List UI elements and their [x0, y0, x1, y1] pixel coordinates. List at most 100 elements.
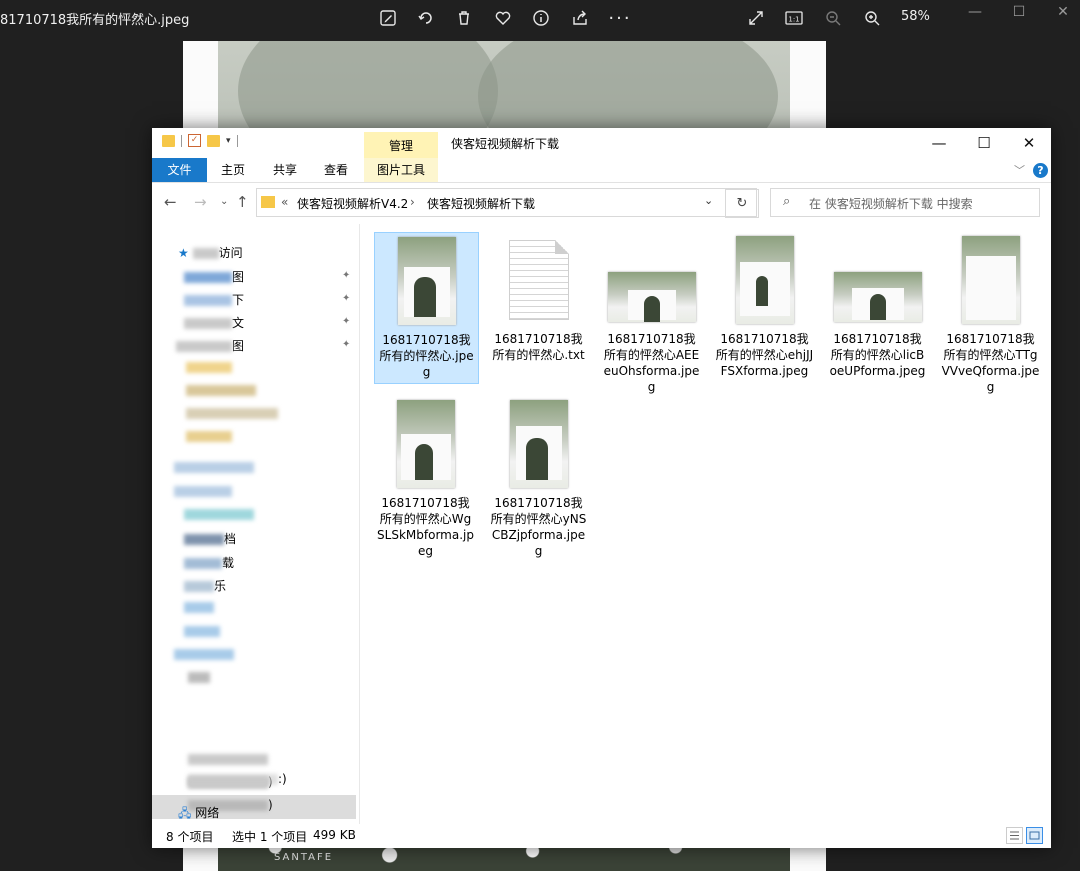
file-name: 1681710718我所有的怦然心yNSCBZjpforma.jpeg [490, 496, 587, 558]
new-folder-icon[interactable] [207, 134, 220, 147]
nav-item[interactable] [184, 600, 214, 618]
search-box[interactable]: ⌕ 在 侠客短视频解析下载 中搜索 [770, 188, 1040, 217]
nav-item[interactable] [174, 647, 234, 665]
folder-icon [261, 196, 275, 208]
status-bar: 8 个项目 选中 1 个项目 499 KB [152, 824, 1051, 848]
nav-item[interactable] [188, 670, 210, 688]
file-item[interactable]: 1681710718我所有的怦然心AEEeuOhsforma.jpeg [600, 232, 703, 398]
file-item[interactable]: 1681710718我所有的怦然心licBoeUPforma.jpeg [826, 232, 929, 382]
rotate-icon[interactable] [415, 7, 437, 29]
customize-qat-icon[interactable]: ▾ [226, 136, 231, 146]
photo-watermark: SANTAFE [274, 852, 334, 863]
zoom-in-icon[interactable] [861, 7, 883, 29]
nav-item[interactable] [184, 507, 254, 525]
selection-count: 选中 1 个项目 [232, 830, 308, 844]
explorer-minimize-button[interactable]: — [927, 132, 951, 154]
pin-icon: ✦ [342, 339, 351, 350]
zoom-out-icon[interactable] [822, 7, 844, 29]
nav-item[interactable]: 文 [184, 314, 244, 332]
file-item[interactable]: 1681710718我所有的怦然心.jpeg [374, 232, 479, 384]
breadcrumb-current[interactable]: 侠客短视频解析下载 [427, 195, 535, 212]
nav-item[interactable]: 载 [184, 554, 234, 572]
large-icons-view-button[interactable] [1026, 827, 1043, 844]
nav-item[interactable]: :) [188, 772, 287, 790]
nav-item[interactable]: 下 [184, 291, 244, 309]
expand-ribbon-icon[interactable]: ﹀ [1014, 162, 1025, 178]
breadcrumb-separator: › [410, 195, 415, 209]
file-item[interactable]: 1681710718我所有的怦然心ehjJJFSXforma.jpeg [713, 232, 816, 382]
address-bar[interactable]: « 侠客短视频解析V4.2 › 侠客短视频解析下载 ⌄ [256, 188, 757, 217]
refresh-button[interactable]: ↻ [725, 189, 759, 218]
tab-share[interactable]: 共享 [264, 158, 306, 182]
pin-icon: ✦ [342, 293, 351, 304]
file-item[interactable]: 1681710718我所有的怦然心TTgVVveQforma.jpeg [939, 232, 1042, 398]
photo-viewer-toolbar: 81710718我所有的怦然心.jpeg ··· 1:1 58% — ☐ ✕ [0, 0, 1080, 36]
file-name: 1681710718我所有的怦然心ehjJJFSXforma.jpeg [715, 332, 814, 378]
search-icon: ⌕ [783, 194, 791, 209]
tab-picture-tools[interactable]: 图片工具 [364, 158, 438, 182]
share-icon[interactable] [569, 7, 591, 29]
star-icon: ★ [178, 246, 189, 260]
breadcrumb-parent[interactable]: 侠客短视频解析V4.2 [297, 195, 408, 212]
nav-item[interactable] [174, 484, 232, 502]
tab-manage[interactable]: 管理 [389, 137, 413, 154]
nav-item[interactable]: 图 [184, 268, 244, 286]
pin-icon: ✦ [342, 270, 351, 281]
heart-icon[interactable] [492, 7, 514, 29]
help-icon[interactable]: ? [1033, 163, 1048, 178]
file-name: 1681710718我所有的怦然心licBoeUPforma.jpeg [829, 332, 926, 378]
file-name: 1681710718我所有的怦然心.txt [492, 332, 585, 362]
nav-item[interactable] [188, 752, 268, 770]
nav-item[interactable]: 图 [176, 337, 244, 355]
fullscreen-icon[interactable] [745, 7, 767, 29]
nav-item[interactable]: 档 [184, 530, 236, 548]
nav-network[interactable]: 🖧 网络 [178, 804, 219, 822]
nav-quick-access[interactable]: ★ 访问 [178, 244, 243, 262]
explorer-close-button[interactable]: ✕ [1017, 132, 1041, 154]
folder-icon [162, 134, 175, 147]
chevron-down-icon[interactable]: ⌄ [704, 194, 713, 207]
nav-item[interactable] [184, 624, 220, 642]
pin-icon: ✦ [342, 316, 351, 327]
forward-arrow-icon[interactable]: → [194, 193, 207, 211]
file-list: 1681710718我所有的怦然心.jpeg 1681710718我所有的怦然心… [359, 224, 1052, 824]
nav-item[interactable] [174, 460, 254, 478]
file-item[interactable]: 1681710718我所有的怦然心.txt [487, 232, 590, 366]
more-icon[interactable]: ··· [608, 7, 631, 29]
explorer-maximize-button[interactable]: ☐ [972, 132, 996, 154]
viewer-maximize-button[interactable]: ☐ [1006, 2, 1032, 22]
nav-item[interactable] [186, 406, 278, 424]
viewer-file-title: 81710718我所有的怦然心.jpeg [0, 13, 190, 28]
breadcrumb-overflow[interactable]: « [281, 195, 288, 209]
search-placeholder: 在 侠客短视频解析下载 中搜索 [809, 197, 973, 211]
zoom-level: 58% [901, 9, 930, 24]
nav-item[interactable] [186, 429, 232, 447]
up-arrow-icon[interactable]: ↑ [236, 193, 249, 211]
delete-icon[interactable] [453, 7, 475, 29]
actual-size-icon[interactable]: 1:1 [783, 7, 805, 29]
file-item[interactable]: 1681710718我所有的怦然心yNSCBZjpforma.jpeg [487, 396, 590, 562]
network-icon: 🖧 [178, 806, 192, 820]
selection-size: 499 KB [313, 828, 356, 842]
viewer-minimize-button[interactable]: — [962, 2, 988, 22]
file-name: 1681710718我所有的怦然心WgSLSkMbforma.jpeg [377, 496, 474, 558]
recent-locations-icon[interactable]: ⌄ [220, 196, 228, 207]
svg-text:1:1: 1:1 [788, 16, 799, 24]
file-name: 1681710718我所有的怦然心TTgVVveQforma.jpeg [941, 332, 1040, 394]
tab-file[interactable]: 文件 [152, 158, 207, 182]
tab-home[interactable]: 主页 [212, 158, 254, 182]
edit-image-icon[interactable] [377, 7, 399, 29]
back-arrow-icon[interactable]: ← [164, 193, 177, 211]
file-name: 1681710718我所有的怦然心AEEeuOhsforma.jpeg [603, 332, 700, 394]
properties-icon[interactable]: ✓ [188, 134, 201, 147]
info-icon[interactable] [530, 7, 552, 29]
nav-item[interactable] [186, 383, 256, 401]
nav-item[interactable]: 乐 [184, 577, 226, 595]
ribbon-tabs: 文件 主页 共享 查看 图片工具 ﹀ ? [152, 158, 1051, 183]
viewer-close-button[interactable]: ✕ [1050, 2, 1076, 22]
tab-view[interactable]: 查看 [315, 158, 357, 182]
nav-item[interactable] [186, 360, 232, 378]
navigation-pane: ★ 访问 图 ✦ 下 ✦ 文 ✦ 图 ✦ 档 载 乐 ) ) [152, 224, 358, 824]
file-item[interactable]: 1681710718我所有的怦然心WgSLSkMbforma.jpeg [374, 396, 477, 562]
details-view-button[interactable] [1006, 827, 1023, 844]
